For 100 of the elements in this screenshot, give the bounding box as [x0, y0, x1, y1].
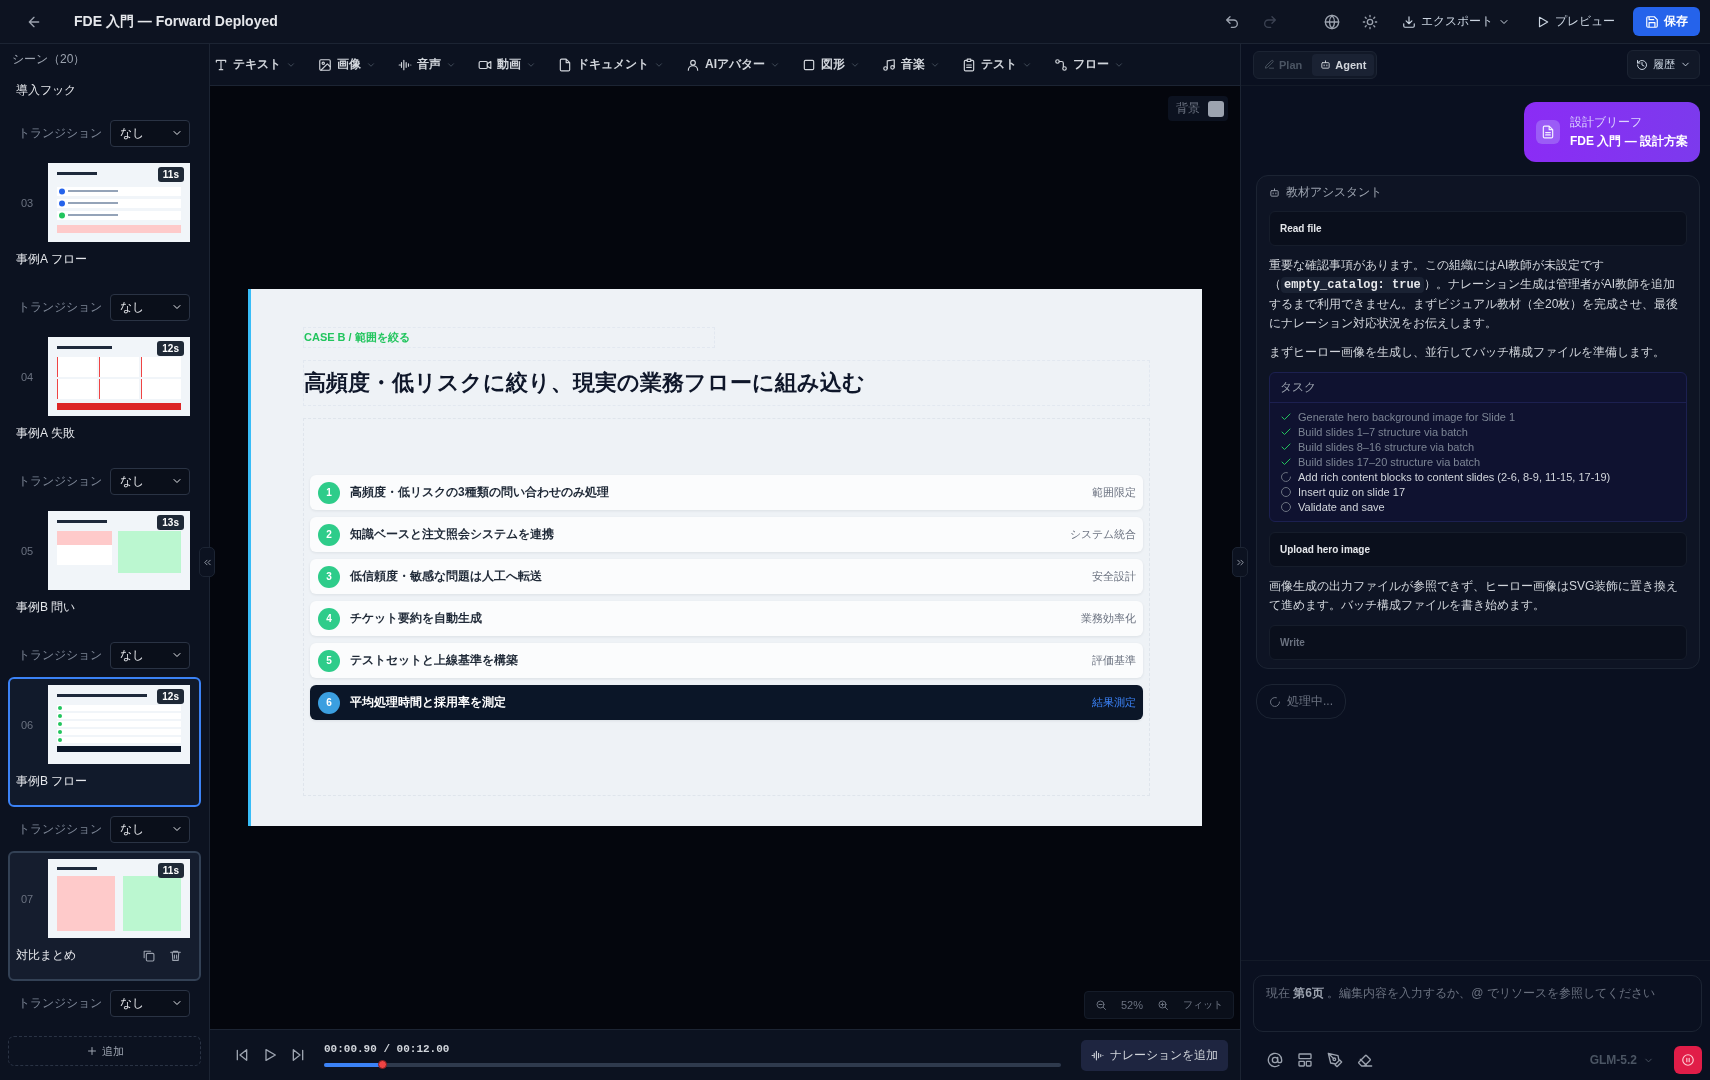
step-text: チケット要約を自動生成: [350, 610, 483, 627]
background-label: 背景: [1176, 100, 1200, 117]
trash-icon[interactable]: [169, 949, 182, 962]
mode-tab[interactable]: Agent: [1312, 53, 1375, 76]
stop-button[interactable]: [1674, 1046, 1702, 1074]
slide-thumbnail[interactable]: [48, 859, 190, 938]
play-icon[interactable]: [262, 1047, 278, 1063]
scene-card[interactable]: 03 11s 事例A フロー: [8, 155, 201, 285]
progress-thumb[interactable]: [377, 1060, 387, 1069]
scene-name: 事例B 問い: [16, 599, 76, 616]
transition-select[interactable]: なし: [110, 815, 190, 843]
transition-select[interactable]: なし: [110, 641, 190, 669]
eraser-icon[interactable]: [1357, 1052, 1373, 1068]
scene-card[interactable]: 07 11s 対比まとめ: [8, 851, 201, 981]
slide-thumbnail[interactable]: [48, 685, 190, 764]
add-narration-button[interactable]: ナレーションを追加: [1081, 1039, 1228, 1071]
audio-wave-icon: [398, 57, 412, 72]
insert-text-button[interactable]: テキスト: [212, 52, 298, 77]
scene-card[interactable]: 06 12s 事例B フロー: [8, 677, 201, 807]
step-text: 低信頼度・敏感な問題は人工へ転送: [350, 568, 543, 585]
music-note-icon: [882, 57, 896, 72]
step-number: 1: [318, 481, 340, 504]
processing-status: 処理中...: [1256, 684, 1346, 719]
pen-tool-icon[interactable]: [1327, 1052, 1343, 1068]
scene-name: 事例A 失敗: [16, 425, 75, 442]
window-title: FDE 入門 — Forward Deployed: [74, 12, 279, 31]
download-icon: [1402, 14, 1416, 29]
copy-icon[interactable]: [142, 949, 155, 962]
transition-select[interactable]: なし: [110, 119, 190, 147]
step-number: 3: [318, 565, 340, 588]
panel-title: シーン（20）: [11, 50, 87, 68]
step-tag: システム統合: [1070, 527, 1136, 542]
step-text: テストセットと上線基準を構築: [350, 652, 519, 669]
message-text: 重要な確認事項があります。この組織にはAI教師が未設定です（ empty_catalog: true ）。ナレーション生成は管理者がAI教師を追加するまで利用できません。まずビジュアル教材（全20枚）を完成させ、最後にナレーション対応状況をお伝えします。: [1269, 257, 1680, 332]
scene-name: 対比まとめ: [16, 947, 76, 964]
slide-eyebrow: CASE B / 範囲を絞る: [303, 327, 715, 348]
transition-label: トランジション: [18, 298, 102, 316]
insert-avatar-button[interactable]: AIアバター: [684, 52, 782, 77]
step-row[interactable]: 5 テストセットと上線基準を構築 評価基準: [310, 643, 1143, 678]
step-tag: 評価基準: [1092, 653, 1136, 668]
insert-audio-button[interactable]: 音声: [396, 52, 458, 77]
insert-test-button[interactable]: テスト: [960, 52, 1034, 77]
duration-badge: 12s: [157, 689, 184, 704]
progress-track[interactable]: [324, 1063, 1061, 1067]
insert-shape-button[interactable]: 図形: [800, 52, 862, 77]
person-icon: [686, 57, 700, 72]
history-button[interactable]: 履歴: [1627, 50, 1700, 79]
history-icon: [1636, 58, 1648, 71]
slide-thumbnail[interactable]: [48, 511, 190, 590]
slide-thumbnail[interactable]: [48, 337, 190, 416]
transition-label: トランジション: [18, 994, 102, 1012]
document-icon: [1541, 125, 1555, 139]
save-button[interactable]: 保存: [1633, 7, 1700, 36]
transition-select[interactable]: なし: [110, 989, 190, 1017]
step-row[interactable]: 6 平均処理時間と採用率を測定 結果測定: [310, 685, 1143, 720]
scene-card[interactable]: 04 12s 事例A 失敗: [8, 329, 201, 459]
step-text: 平均処理時間と採用率を測定: [350, 694, 507, 711]
task-list-title: タスク: [1270, 373, 1686, 403]
step-row[interactable]: 3 低信頼度・敏感な問題は人工へ転送 安全設計: [310, 559, 1143, 594]
scene-number: 06: [20, 718, 35, 731]
flow-icon: [1054, 57, 1068, 72]
insert-document-button[interactable]: ドキュメント: [556, 52, 666, 77]
transition-select[interactable]: なし: [110, 293, 190, 321]
fit-button[interactable]: フィット: [1183, 998, 1223, 1012]
add-scene-button[interactable]: 追加: [8, 1036, 201, 1066]
message-text: まずヒーロー画像を生成し、並行してバッチ構成ファイルを準備します。: [1269, 344, 1666, 361]
step-row[interactable]: 4 チケット要約を自動生成 業務効率化: [310, 601, 1143, 636]
step-row[interactable]: 2 知識ベースと注文照会システムを連携 システム統合: [310, 517, 1143, 552]
skip-forward-icon[interactable]: [290, 1047, 306, 1063]
plus-icon: [85, 1045, 98, 1057]
tool-call[interactable]: Read file: [1269, 211, 1687, 246]
insert-image-button[interactable]: 画像: [316, 52, 378, 77]
clipboard-icon: [962, 57, 976, 72]
text-icon: [214, 57, 228, 72]
task-item: Build slides 17–20 structure via batch: [1298, 456, 1481, 468]
expand-panel-button[interactable]: [1232, 547, 1248, 577]
zoom-out-icon[interactable]: [1094, 999, 1107, 1011]
background-swatch[interactable]: [1208, 100, 1224, 117]
robot-icon: [1320, 59, 1332, 70]
layout-icon[interactable]: [1297, 1052, 1313, 1068]
preview-button[interactable]: プレビュー: [1528, 7, 1623, 36]
audio-wave-icon: [1091, 1048, 1104, 1062]
zoom-in-icon[interactable]: [1157, 999, 1169, 1011]
tool-call[interactable]: Write: [1269, 625, 1687, 660]
scene-card[interactable]: 05 13s 事例B 問い: [8, 503, 201, 633]
insert-music-button[interactable]: 音楽: [880, 52, 942, 77]
insert-flow-button[interactable]: フロー: [1052, 52, 1126, 77]
skip-back-icon[interactable]: [234, 1047, 250, 1063]
tool-call[interactable]: Upload hero image: [1269, 532, 1687, 567]
chat-input[interactable]: 現在 第6页 。編集内容を入力するか、@ でリソースを参照してください: [1253, 975, 1702, 1032]
export-button[interactable]: エクスポート: [1394, 7, 1518, 36]
transition-select[interactable]: なし: [110, 467, 190, 495]
insert-video-button[interactable]: 動画: [476, 52, 538, 77]
slide-thumbnail[interactable]: [48, 163, 190, 242]
mention-icon[interactable]: [1267, 1052, 1283, 1068]
task-item: Build slides 1–7 structure via batch: [1298, 426, 1468, 438]
step-row[interactable]: 1 高頻度・低リスクの3種類の問い合わせのみ処理 範囲限定: [310, 475, 1143, 510]
brief-card[interactable]: 設計ブリーフ FDE 入門 — 設計方案: [1524, 102, 1700, 162]
stop-icon: [1681, 1053, 1695, 1067]
transition-label: トランジション: [18, 472, 102, 490]
